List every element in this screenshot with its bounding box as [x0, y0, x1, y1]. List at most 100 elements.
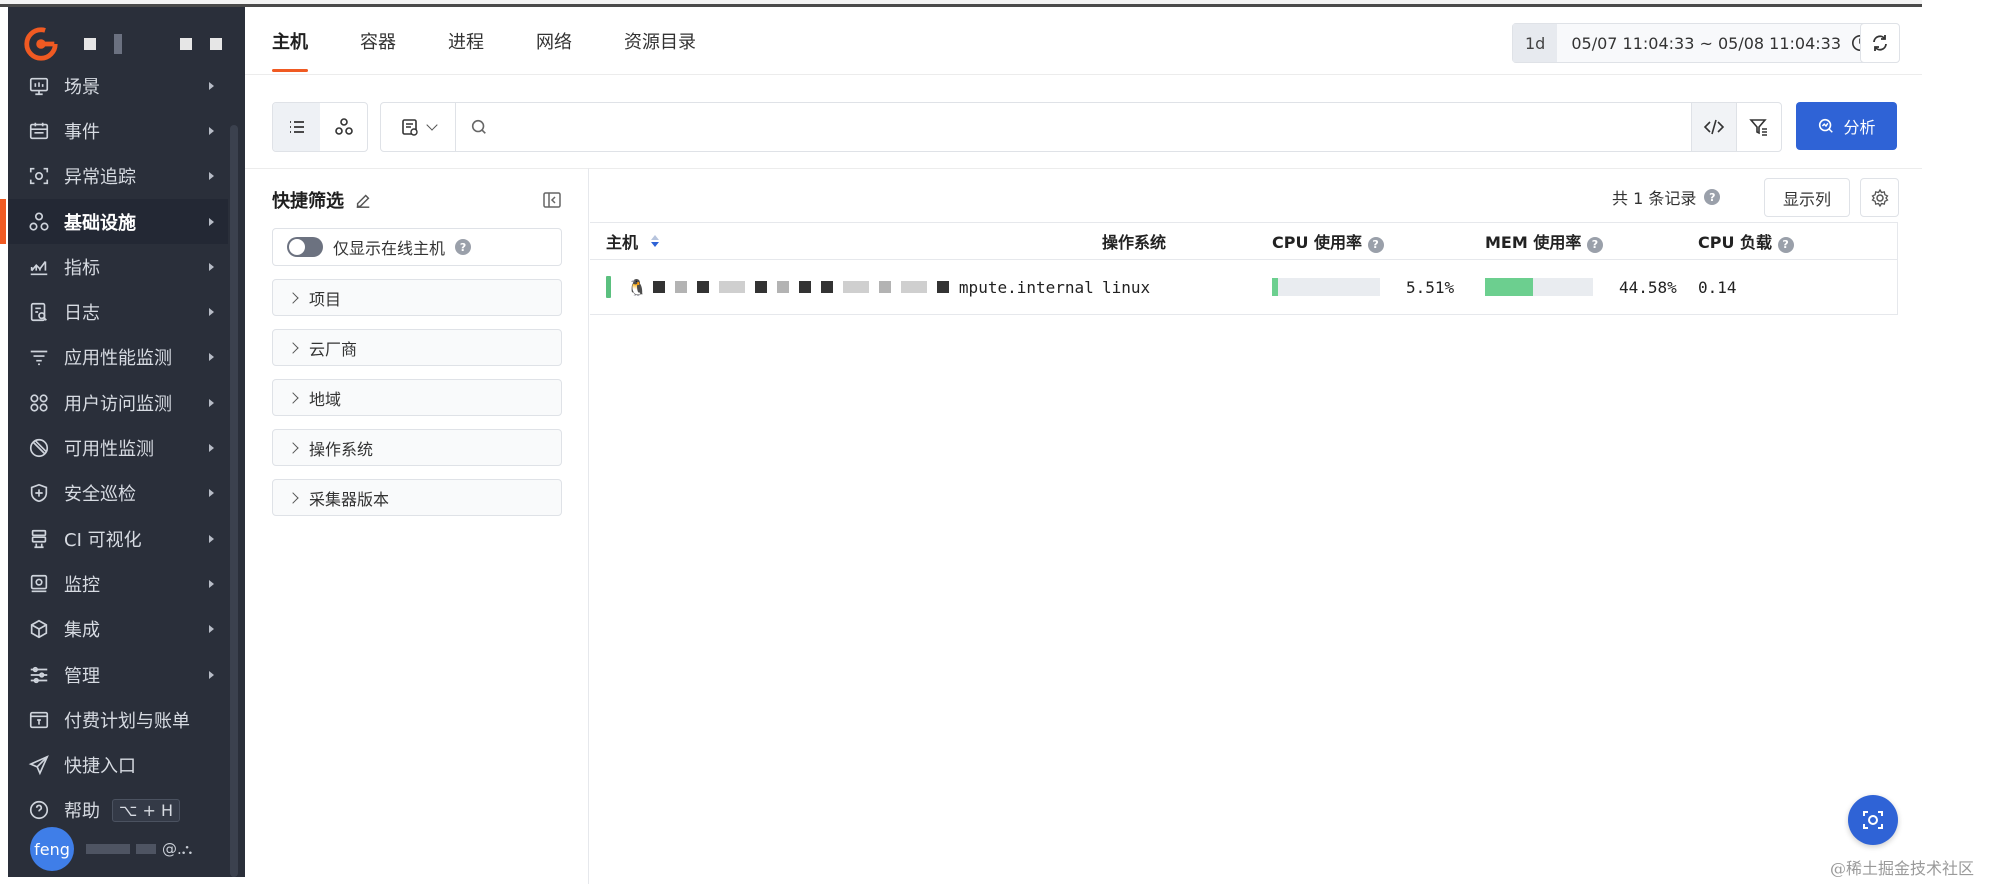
- cpu-usage-fill: [1272, 278, 1278, 296]
- avatar[interactable]: feng: [30, 827, 74, 871]
- sidebar-item-cube[interactable]: 集成: [8, 607, 228, 652]
- sidebar-item-label: 日志: [64, 303, 100, 325]
- col-header-host-label: 主机: [606, 233, 639, 252]
- code-mode-button[interactable]: [1691, 103, 1736, 151]
- sidebar-item-grid[interactable]: 用户访问监测: [8, 380, 228, 425]
- collapse-panel-icon[interactable]: [542, 190, 562, 210]
- load-cell: 0.14: [1698, 277, 1737, 297]
- col-header-mem[interactable]: MEM 使用率 ?: [1485, 229, 1698, 253]
- sidebar-item-shield[interactable]: 安全巡检: [8, 471, 228, 516]
- col-header-cpu[interactable]: CPU 使用率 ?: [1272, 229, 1485, 253]
- caret-right-icon: [209, 308, 214, 317]
- col-header-mem-label: MEM 使用率: [1485, 233, 1582, 252]
- tab-2[interactable]: 进程: [448, 14, 484, 72]
- mem-usage-fill: [1485, 278, 1534, 296]
- filter-icon: [1749, 119, 1767, 136]
- sort-icon[interactable]: [650, 234, 660, 248]
- online-hosts-switch[interactable]: [287, 237, 323, 257]
- analyze-label: 分析: [1843, 118, 1876, 137]
- col-header-os[interactable]: 操作系统: [1102, 229, 1272, 253]
- topology-view-button[interactable]: [320, 103, 367, 151]
- facet-2[interactable]: 地域: [272, 379, 562, 416]
- user-profile[interactable]: feng @.⛬: [30, 827, 192, 871]
- sidebar-item-ban[interactable]: 可用性监测: [8, 425, 228, 470]
- sidebar-scrollbar[interactable]: [230, 125, 238, 877]
- analyze-button[interactable]: 分析: [1796, 102, 1897, 150]
- calendar-icon: [28, 120, 50, 142]
- table-header: 主机 操作系统 CPU 使用率 ? MEM 使用率 ? CPU 负载 ?: [590, 223, 1897, 260]
- hosts-table: 主机 操作系统 CPU 使用率 ? MEM 使用率 ? CPU 负载 ? 🐧 m…: [590, 222, 1898, 315]
- facet-0[interactable]: 项目: [272, 279, 562, 316]
- facet-1[interactable]: 云厂商: [272, 329, 562, 366]
- sidebar-item-scan[interactable]: 异常追踪: [8, 154, 228, 199]
- caret-right-icon: [209, 625, 214, 634]
- facet-list: 项目云厂商地域操作系统采集器版本: [272, 279, 562, 516]
- sidebar-item-monitor-screen[interactable]: 监控: [8, 561, 228, 606]
- facet-label: 云厂商: [309, 339, 358, 359]
- host-cell[interactable]: 🐧 mpute.internal: [590, 276, 1102, 298]
- caret-right-icon: [209, 444, 214, 453]
- refresh-button[interactable]: [1860, 23, 1900, 63]
- caret-right-icon: [209, 534, 214, 543]
- sidebar-item-stack[interactable]: CI 可视化: [8, 516, 228, 561]
- sidebar-item-monitor[interactable]: 场景: [8, 63, 228, 108]
- list-icon: [289, 121, 304, 133]
- sidebar-item-log[interactable]: 日志: [8, 289, 228, 334]
- query-mode-select[interactable]: [381, 103, 456, 151]
- ban-icon: [28, 437, 50, 459]
- sidebar-item-send[interactable]: 快捷入口: [8, 742, 228, 787]
- quick-filter-header: 快捷筛选: [272, 180, 562, 220]
- facet-4[interactable]: 采集器版本: [272, 479, 562, 516]
- cpu-cell: 5.51%: [1272, 278, 1485, 297]
- window-top-edge: [0, 0, 1922, 7]
- tab-0[interactable]: 主机: [272, 14, 308, 72]
- time-range-text[interactable]: 05/07 11:04:33 ~ 05/08 11:04:33: [1557, 34, 1851, 53]
- col-header-host[interactable]: 主机: [590, 229, 1102, 253]
- record-count: 共 1 条记录 ?: [1612, 185, 1721, 209]
- filter-button[interactable]: [1736, 103, 1781, 151]
- help-icon[interactable]: ?: [1704, 189, 1721, 205]
- sidebar-item-calendar[interactable]: 事件: [8, 108, 228, 153]
- cpu-usage-bar: [1272, 278, 1380, 296]
- query-box[interactable]: [380, 102, 1782, 152]
- stack-icon: [28, 528, 50, 550]
- sidebar-item-chart[interactable]: 指标: [8, 244, 228, 289]
- tab-1[interactable]: 容器: [360, 14, 396, 72]
- caret-right-icon: [209, 126, 214, 135]
- sidebar-item-cluster[interactable]: 基础设施: [0, 198, 228, 245]
- sidebar-item-list[interactable]: 应用性能监测: [8, 335, 228, 380]
- tab-3[interactable]: 网络: [536, 14, 572, 72]
- sidebar-item-label: 集成: [64, 620, 100, 642]
- logo-icon[interactable]: [22, 25, 60, 63]
- tab-4[interactable]: 资源目录: [624, 14, 696, 72]
- edit-icon[interactable]: [354, 191, 372, 209]
- show-columns-button[interactable]: 显示列: [1764, 178, 1850, 217]
- workspace-name-redacted[interactable]: [84, 34, 222, 54]
- sidebar-item-bill[interactable]: 付费计划与账单: [8, 697, 228, 742]
- list-view-button[interactable]: [273, 103, 320, 151]
- help-icon[interactable]: ?: [455, 239, 472, 255]
- floating-scan-button[interactable]: [1848, 795, 1898, 845]
- table-row[interactable]: 🐧 mpute.internal linux 5.51% 44.58% 0.14: [590, 260, 1897, 314]
- user-email-suffix: @.⛬: [162, 840, 193, 858]
- help-icon[interactable]: ?: [1367, 236, 1384, 253]
- quick-filter-title: 快捷筛选: [272, 191, 344, 212]
- view-switch: [272, 102, 368, 152]
- user-email-redacted: @.⛬: [86, 840, 192, 858]
- cpu-usage-value: 5.51%: [1406, 277, 1455, 297]
- time-range-picker[interactable]: 1d 05/07 11:04:33 ~ 05/08 11:04:33: [1512, 23, 1881, 63]
- caret-right-icon: [209, 81, 214, 90]
- scan-icon: [1863, 811, 1883, 829]
- cluster-icon: [334, 118, 353, 135]
- col-header-load[interactable]: CPU 负载 ?: [1698, 229, 1897, 253]
- settings-button[interactable]: [1860, 178, 1899, 217]
- sidebar-item-sliders[interactable]: 管理: [8, 652, 228, 697]
- help-icon[interactable]: ?: [1586, 236, 1603, 253]
- sidebar-edge: [0, 7, 8, 877]
- help-icon[interactable]: ?: [1777, 236, 1794, 253]
- facet-label: 操作系统: [309, 439, 374, 459]
- time-preset[interactable]: 1d: [1513, 24, 1558, 62]
- sidebar-item-label: 指标: [64, 257, 100, 279]
- facet-3[interactable]: 操作系统: [272, 429, 562, 466]
- quick-filter-panel: 快捷筛选 仅显示在线主机 ? 项目 云厂商 地域 操作系统 采集器版本: [272, 180, 562, 516]
